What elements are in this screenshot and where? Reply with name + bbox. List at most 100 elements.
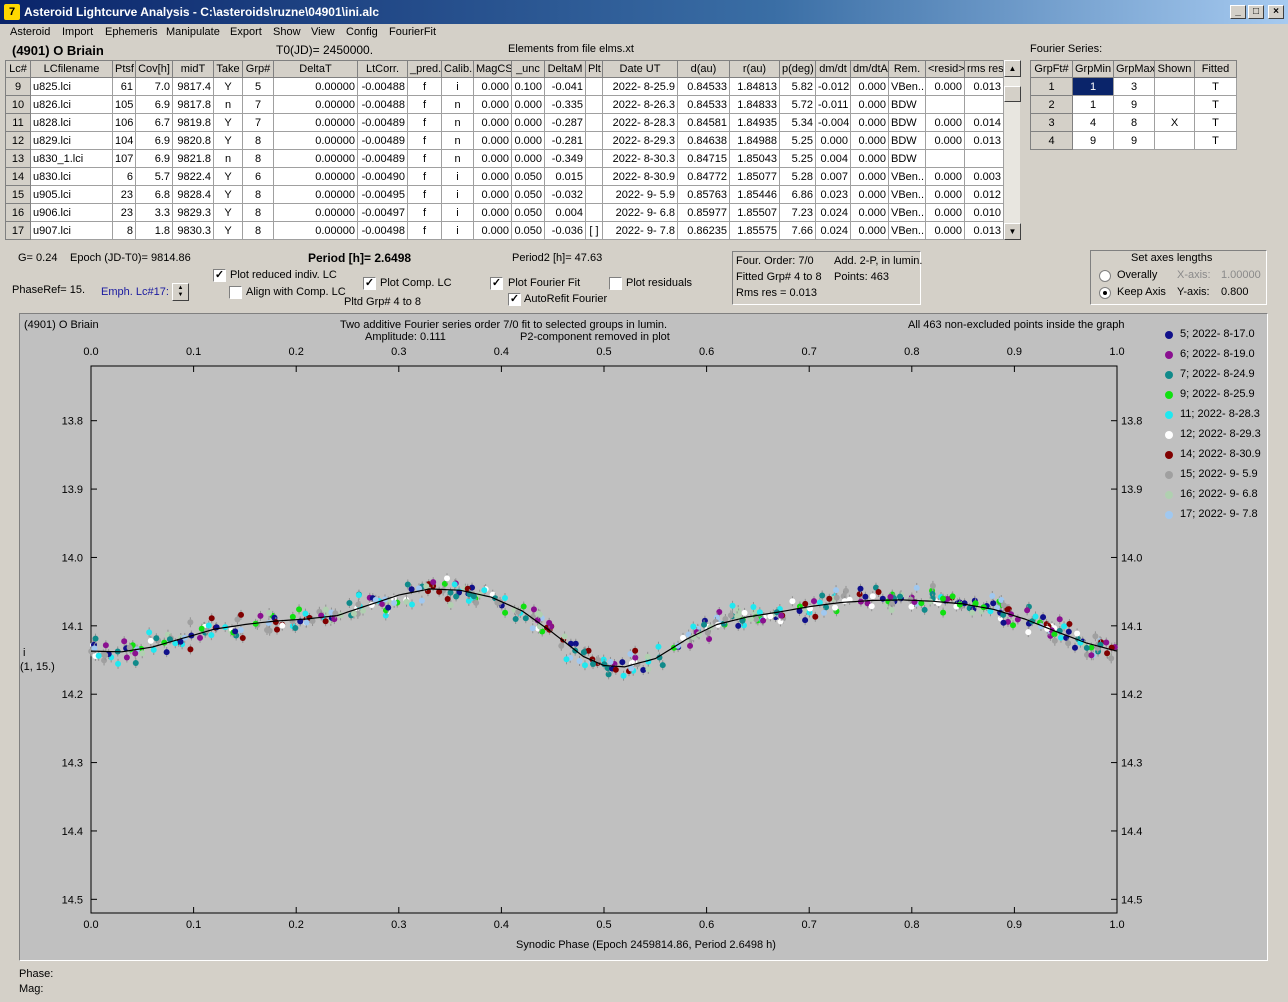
row-number[interactable]: 12	[5, 131, 31, 150]
table-cell[interactable]: -0.00488	[357, 77, 408, 96]
table-cell[interactable]: f	[407, 185, 442, 204]
table-cell[interactable]	[585, 95, 603, 114]
table-cell[interactable]: 0.85977	[677, 203, 730, 222]
table-cell[interactable]: 6.9	[135, 95, 173, 114]
table-cell[interactable]: 2022- 8-30.9	[602, 167, 678, 186]
table-cell[interactable]: 0.00000	[273, 149, 358, 168]
column-header[interactable]: Grp#	[242, 60, 274, 78]
table-cell[interactable]: 0.000	[473, 203, 512, 222]
table-cell[interactable]: -0.011	[815, 95, 851, 114]
spin-up-icon[interactable]: ▲	[173, 285, 188, 292]
table-cell[interactable]: 6.9	[135, 149, 173, 168]
fourier-cell[interactable]: 1	[1072, 95, 1114, 114]
table-cell[interactable]: Y	[213, 77, 243, 96]
table-cell[interactable]	[925, 95, 965, 114]
table-cell[interactable]: 23	[112, 203, 136, 222]
table-cell[interactable]: 9828.4	[172, 185, 214, 204]
table-cell[interactable]: 6.7	[135, 113, 173, 132]
table-cell[interactable]: 0.000	[473, 221, 512, 240]
table-row[interactable]: 11 u828.lci 106 6.7 9819.8 Y 7 0.00000 -0.00489 f…	[5, 113, 1004, 132]
table-cell[interactable]: u825.lci	[30, 77, 113, 96]
fourier-cell[interactable]: 9	[1113, 95, 1155, 114]
table-cell[interactable]: i	[441, 77, 474, 96]
table-cell[interactable]: f	[407, 149, 442, 168]
table-cell[interactable]: 0.84533	[677, 95, 730, 114]
table-cell[interactable]: 0.000	[925, 185, 965, 204]
table-cell[interactable]: VBen..	[888, 185, 926, 204]
table-cell[interactable]: 0.007	[815, 167, 851, 186]
table-cell[interactable]: f	[407, 131, 442, 150]
fourier-row[interactable]: 113T	[1030, 77, 1237, 96]
table-cell[interactable]: 2022- 9- 7.8	[602, 221, 678, 240]
table-cell[interactable]: Y	[213, 203, 243, 222]
fourier-cell[interactable]: 8	[1113, 113, 1155, 132]
table-row[interactable]: 13 u830_1.lci 107 6.9 9821.8 n 8 0.00000 -0.0048…	[5, 149, 1004, 168]
autorefit-checkbox[interactable]: ✓	[508, 293, 521, 306]
table-cell[interactable]: 5.25	[779, 149, 816, 168]
fourier-row-number[interactable]: 3	[1030, 113, 1073, 132]
fourier-column-header[interactable]: Fitted	[1194, 60, 1237, 78]
row-number[interactable]: 9	[5, 77, 31, 96]
table-cell[interactable]: BDW	[888, 113, 926, 132]
table-cell[interactable]: 0.000	[473, 167, 512, 186]
table-cell[interactable]: -0.335	[544, 95, 586, 114]
table-cell[interactable]: f	[407, 221, 442, 240]
table-cell[interactable]: 0.000	[925, 77, 965, 96]
row-number[interactable]: 16	[5, 203, 31, 222]
table-cell[interactable]: f	[407, 203, 442, 222]
table-cell[interactable]: 6.9	[135, 131, 173, 150]
column-header[interactable]: LCfilename	[30, 60, 113, 78]
table-cell[interactable]: VBen..	[888, 77, 926, 96]
table-cell[interactable]: -0.00490	[357, 167, 408, 186]
table-cell[interactable]: 0.000	[511, 131, 545, 150]
column-header[interactable]: _unc	[511, 60, 545, 78]
table-row[interactable]: 9 u825.lci 61 7.0 9817.4 Y 5 0.00000 -0.00488 f i 0…	[5, 77, 1004, 96]
row-number[interactable]: 15	[5, 185, 31, 204]
table-cell[interactable]: 105	[112, 95, 136, 114]
table-cell[interactable]: u826.lci	[30, 95, 113, 114]
table-cell[interactable]: 5.72	[779, 95, 816, 114]
table-cell[interactable]: 0.00000	[273, 77, 358, 96]
table-cell[interactable]: 1.85077	[729, 167, 780, 186]
fourier-cell[interactable]	[1154, 131, 1195, 150]
align-comp-checkbox[interactable]	[229, 286, 242, 299]
table-cell[interactable]: 2022- 8-26.3	[602, 95, 678, 114]
table-cell[interactable]: f	[407, 113, 442, 132]
fourier-column-header[interactable]: GrpMin	[1072, 60, 1114, 78]
table-cell[interactable]: u830_1.lci	[30, 149, 113, 168]
table-cell[interactable]: 1.85507	[729, 203, 780, 222]
fourier-row-number[interactable]: 1	[1030, 77, 1073, 96]
table-cell[interactable]: 0.050	[511, 167, 545, 186]
column-header[interactable]: dm/dtA	[850, 60, 889, 78]
table-cell[interactable]: 2022- 9- 6.8	[602, 203, 678, 222]
table-cell[interactable]: 0.050	[511, 203, 545, 222]
table-cell[interactable]: Y	[213, 131, 243, 150]
table-cell[interactable]	[585, 131, 603, 150]
emph-lc-spinner[interactable]: ▲ ▼	[172, 283, 189, 301]
table-cell[interactable]	[585, 149, 603, 168]
table-cell[interactable]: 0.013	[964, 221, 1004, 240]
column-header[interactable]: <resid>	[925, 60, 965, 78]
table-cell[interactable]: Y	[213, 167, 243, 186]
table-cell[interactable]: 0.003	[964, 167, 1004, 186]
menu-view[interactable]: View	[311, 26, 335, 38]
fourier-row[interactable]: 499T	[1030, 131, 1237, 150]
table-cell[interactable]: Y	[213, 185, 243, 204]
table-cell[interactable]: 5.34	[779, 113, 816, 132]
table-cell[interactable]: 2022- 8-29.3	[602, 131, 678, 150]
table-cell[interactable]: 2022- 8-30.3	[602, 149, 678, 168]
fourier-column-header[interactable]: GrpFt#	[1030, 60, 1073, 78]
menu-manipulate[interactable]: Manipulate	[166, 26, 220, 38]
column-header[interactable]: LtCorr.	[357, 60, 408, 78]
close-button[interactable]: ×	[1268, 5, 1284, 19]
plot-residuals-checkbox[interactable]	[609, 277, 622, 290]
table-cell[interactable]: -0.00489	[357, 131, 408, 150]
row-number[interactable]: 10	[5, 95, 31, 114]
table-cell[interactable]: 0.000	[850, 149, 889, 168]
column-header[interactable]: Plt	[585, 60, 603, 78]
table-cell[interactable]: -0.032	[544, 185, 586, 204]
table-cell[interactable]	[585, 203, 603, 222]
table-cell[interactable]: 9817.8	[172, 95, 214, 114]
plot-fourier-checkbox[interactable]: ✓	[490, 277, 503, 290]
table-cell[interactable]: 2022- 8-28.3	[602, 113, 678, 132]
